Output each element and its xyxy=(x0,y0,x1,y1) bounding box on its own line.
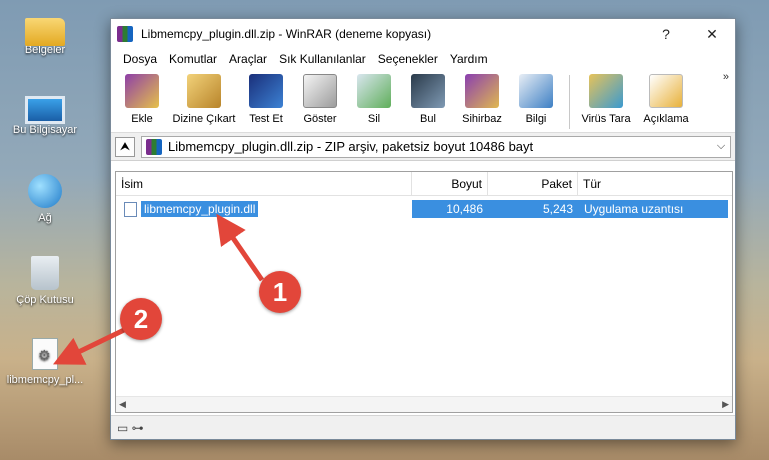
callout-step-1: 1 xyxy=(259,271,301,313)
arrow-to-desktop-file xyxy=(52,327,126,365)
arrow-to-file xyxy=(216,213,265,282)
callout-step-2: 2 xyxy=(120,298,162,340)
annotation-arrows xyxy=(52,213,265,365)
